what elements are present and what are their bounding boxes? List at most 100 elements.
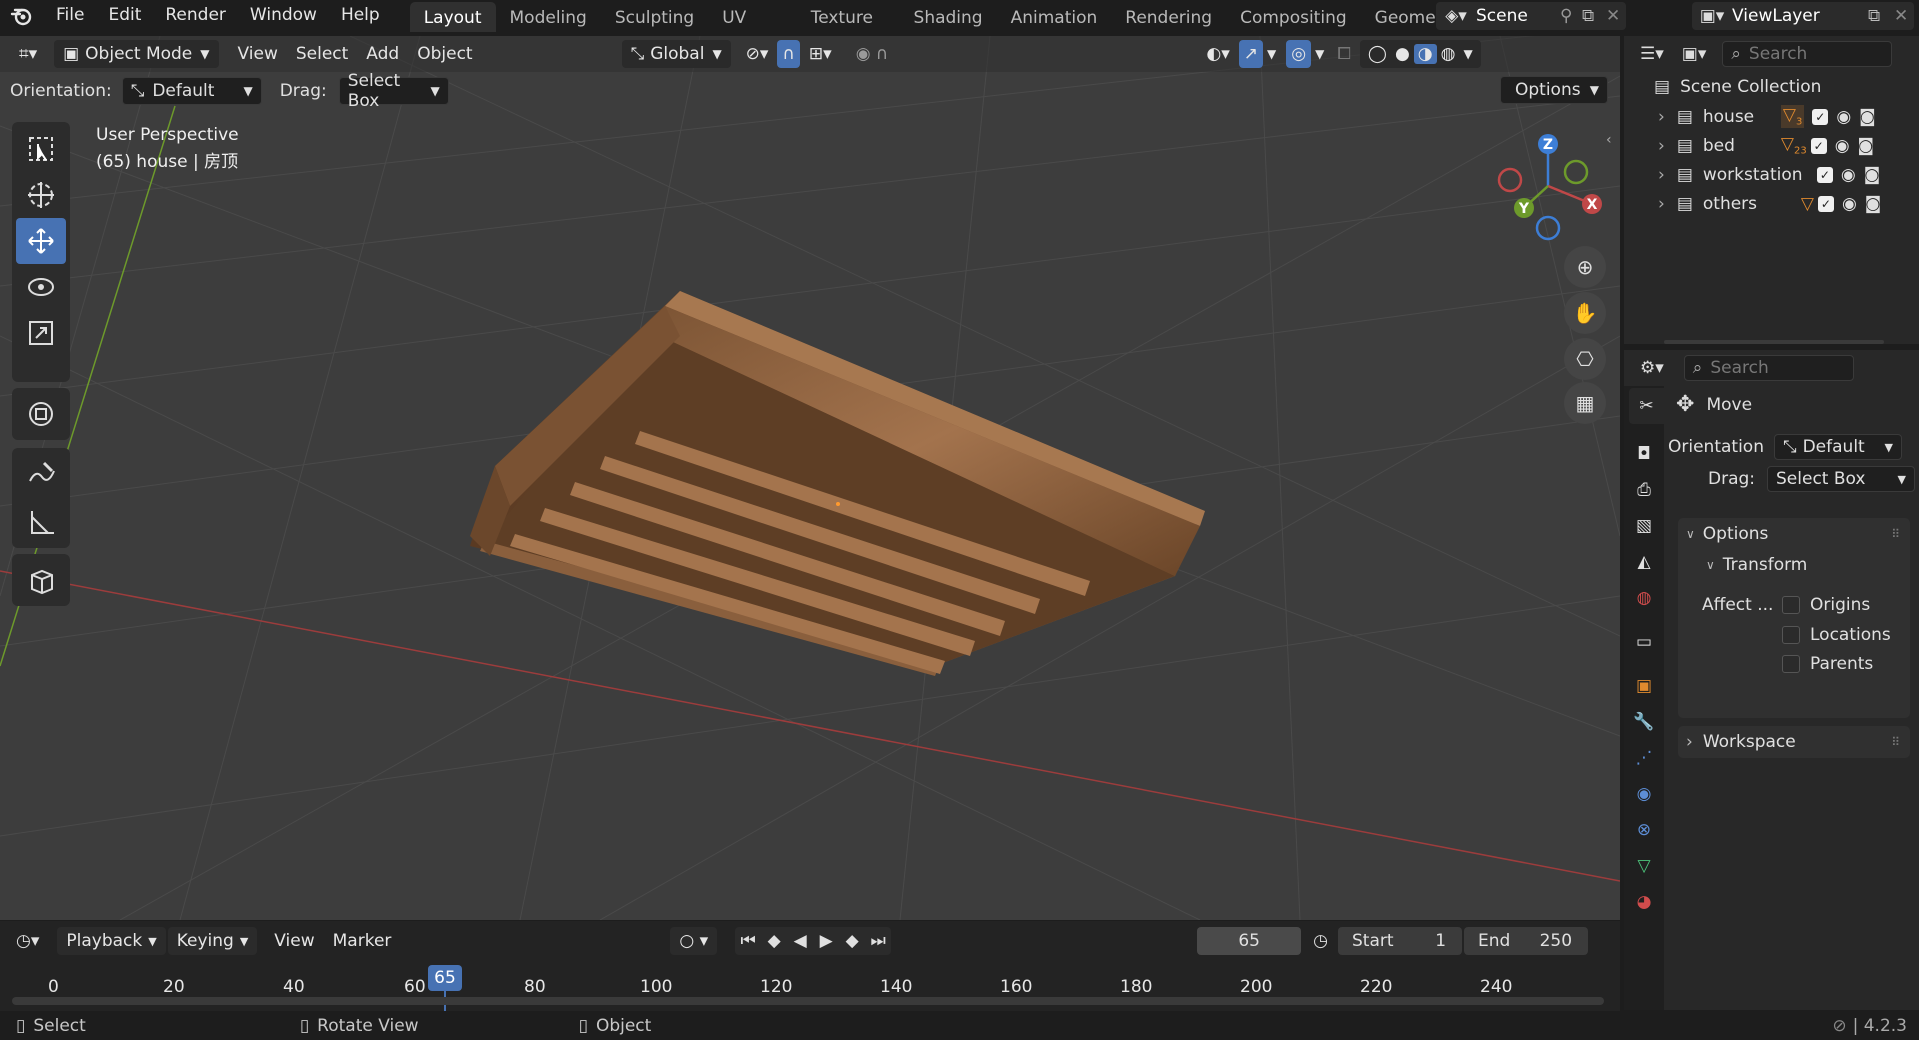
camera-render-icon[interactable]: ◙	[1865, 194, 1882, 214]
expand-arrow-icon[interactable]: ›	[1658, 107, 1665, 127]
play-button[interactable]: ▶	[813, 927, 839, 955]
properties-orientation-dropdown[interactable]: ⤡ Default ▼	[1773, 434, 1902, 460]
xray-toggle[interactable]: ⧠	[1328, 40, 1360, 68]
wireframe-shading-icon[interactable]: ◯	[1364, 44, 1391, 64]
overlay-toggle[interactable]: ◎	[1286, 40, 1312, 68]
playback-menu[interactable]: Playback ▼	[57, 927, 166, 955]
select-box-tool[interactable]	[16, 126, 66, 172]
eye-icon[interactable]: ◉	[1835, 136, 1850, 156]
tab-view-layer[interactable]: ▧	[1629, 508, 1659, 544]
tab-animation[interactable]: Animation	[997, 2, 1112, 32]
transform-orientation-selector[interactable]: ⤡ Global ▼	[621, 40, 731, 68]
next-keyframe-button[interactable]: ◆	[839, 927, 865, 955]
pivot-point-button[interactable]: ⊘▾	[737, 40, 778, 68]
tab-data[interactable]: ▽	[1629, 848, 1659, 884]
tool-orientation-dropdown[interactable]: ⤡ Default ▼	[121, 77, 262, 105]
clock-icon[interactable]: ◷	[1313, 931, 1328, 951]
workspace-panel-header[interactable]: › Workspace ⠿	[1678, 726, 1910, 758]
scale-tool[interactable]	[16, 310, 66, 356]
tab-scene[interactable]: ◭	[1629, 544, 1659, 580]
outliner-row-workstation[interactable]: › ▤ workstation ✓ ◉ ◙	[1624, 160, 1919, 189]
timeline-ruler[interactable]: 0 20 40 60 80 100 120 140 160 180 200 22…	[0, 961, 1620, 1011]
locations-checkbox[interactable]	[1782, 625, 1800, 644]
tab-rendering[interactable]: Rendering	[1111, 2, 1226, 32]
menu-help[interactable]: Help	[329, 0, 392, 32]
mesh-filter-icon[interactable]: ▽3	[1780, 105, 1805, 128]
prev-keyframe-button[interactable]: ◆	[761, 927, 787, 955]
menu-window[interactable]: Window	[238, 0, 329, 32]
jump-end-button[interactable]: ⏭	[865, 927, 891, 955]
tab-modeling[interactable]: Modeling	[496, 2, 601, 32]
tab-collection[interactable]: ▭	[1629, 624, 1659, 660]
display-mode-icon[interactable]: ▣▾	[1682, 44, 1707, 64]
timeline-editor-icon[interactable]: ◷▾	[16, 931, 39, 951]
menu-add[interactable]: Add	[357, 40, 408, 68]
tab-uv-editing[interactable]: UV Editing	[708, 2, 796, 32]
blender-logo-icon[interactable]	[0, 0, 44, 32]
current-frame-field[interactable]: 65	[1197, 927, 1302, 955]
rotate-tool[interactable]	[16, 264, 66, 310]
chevron-down-icon[interactable]: ▼	[1459, 47, 1476, 61]
editor-type-button[interactable]: ⌗▾	[10, 40, 46, 68]
properties-search-input[interactable]: ⌕ Search	[1683, 355, 1854, 381]
menu-render[interactable]: Render	[153, 0, 238, 32]
drag-dropdown[interactable]: Select Box ▼	[338, 71, 449, 111]
material-shading-icon[interactable]: ◑	[1413, 44, 1437, 64]
tab-layout[interactable]: Layout	[409, 2, 496, 32]
menu-view[interactable]: View	[229, 40, 287, 68]
3d-viewport[interactable]: ⌗▾ ▣ Object Mode ▼ View Select Add Objec…	[0, 36, 1620, 920]
close-scene-icon[interactable]: ✕	[1606, 6, 1626, 26]
mesh-filter-icon[interactable]: ▽	[1801, 194, 1814, 214]
tab-sculpting[interactable]: Sculpting	[601, 2, 708, 32]
sidebar-toggle-icon[interactable]: ‹	[1606, 132, 1612, 148]
menu-edit[interactable]: Edit	[96, 0, 153, 32]
outliner-editor-type-icon[interactable]: ☰▾	[1640, 44, 1664, 64]
keying-menu[interactable]: Keying ▼	[167, 927, 258, 955]
expand-arrow-icon[interactable]: ›	[1658, 165, 1665, 185]
tab-modifiers[interactable]: 🔧	[1629, 704, 1659, 740]
tab-output[interactable]: ⎙	[1629, 472, 1659, 508]
drag-handle-icon[interactable]: ⠿	[1891, 735, 1900, 749]
options-dropdown[interactable]: Options ▼	[1500, 76, 1608, 104]
tab-object[interactable]: ▣	[1629, 668, 1659, 704]
cursor-tool[interactable]	[16, 172, 66, 218]
play-reverse-button[interactable]: ◀	[787, 927, 813, 955]
tab-world[interactable]: ◍	[1629, 580, 1659, 616]
tab-constraints[interactable]: ⊗	[1629, 812, 1659, 848]
pin-icon[interactable]: ⚲	[1560, 6, 1582, 26]
mesh-filter-icon[interactable]: ▽23	[1781, 134, 1807, 156]
solid-shading-icon[interactable]: ●	[1391, 44, 1414, 64]
eye-icon[interactable]: ◉	[1836, 107, 1851, 127]
origins-checkbox[interactable]	[1782, 596, 1800, 614]
timeline-view-menu[interactable]: View	[265, 927, 323, 955]
outliner-row-bed[interactable]: › ▤ bed ▽23 ✓ ◉ ◙	[1624, 131, 1919, 160]
tab-physics[interactable]: ◉	[1629, 776, 1659, 812]
move-tool[interactable]	[16, 218, 66, 264]
snap-target-button[interactable]: ⊞▾	[800, 40, 841, 68]
visibility-button[interactable]: ◐▾	[1197, 40, 1238, 68]
outliner-row-house[interactable]: › ▤ house ▽3 ✓ ◉ ◙	[1624, 102, 1919, 131]
pan-button[interactable]: ✋	[1564, 292, 1606, 334]
tab-particles[interactable]: ⋰	[1629, 740, 1659, 776]
measure-tool[interactable]	[16, 498, 66, 546]
camera-render-icon[interactable]: ◙	[1858, 136, 1875, 156]
outliner-row-others[interactable]: › ▤ others ▽ ✓ ◉ ◙	[1624, 189, 1919, 218]
camera-view-button[interactable]: ⎔	[1564, 338, 1606, 380]
proportional-edit-toggle[interactable]: ◉ ∩	[847, 40, 898, 68]
properties-editor-type-icon[interactable]: ⚙▾	[1640, 358, 1664, 378]
eye-icon[interactable]: ◉	[1842, 194, 1857, 214]
exclude-checkbox[interactable]: ✓	[1810, 137, 1827, 154]
exclude-checkbox[interactable]: ✓	[1812, 108, 1829, 125]
gizmo-dropdown[interactable]: ▼	[1263, 40, 1280, 68]
zoom-button[interactable]: ⊕	[1564, 246, 1606, 288]
parents-checkbox[interactable]	[1782, 654, 1800, 673]
new-scene-icon[interactable]: ⧉	[1582, 6, 1606, 26]
start-frame-field[interactable]: Start 1	[1338, 927, 1463, 955]
gizmo-toggle[interactable]: ↗	[1238, 40, 1263, 68]
marker-menu[interactable]: Marker	[324, 927, 401, 955]
drag-handle-icon[interactable]: ⠿	[1891, 527, 1900, 541]
exclude-checkbox[interactable]: ✓	[1816, 166, 1833, 183]
rendered-shading-icon[interactable]: ◍	[1437, 44, 1460, 64]
playhead[interactable]: 65	[428, 965, 462, 991]
close-view-layer-icon[interactable]: ✕	[1894, 6, 1914, 26]
